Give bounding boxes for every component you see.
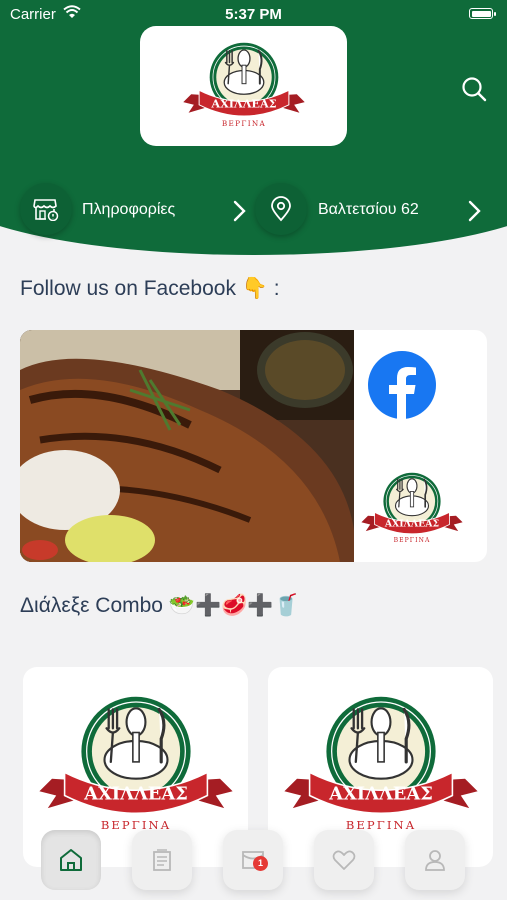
nav-menu[interactable] — [132, 830, 192, 890]
status-bar: Carrier 5:37 PM — [0, 0, 507, 28]
location-pin-icon — [255, 183, 307, 235]
address-label: Βαλτετσίου 62 — [318, 201, 419, 218]
restaurant-logo — [178, 38, 310, 132]
battery-icon — [469, 8, 496, 19]
cart-badge: 1 — [253, 856, 268, 871]
combo-image — [31, 689, 241, 839]
chevron-right-icon — [468, 200, 481, 222]
chevron-right-icon — [233, 200, 246, 222]
facebook-icon[interactable] — [367, 350, 437, 420]
nav-home[interactable] — [41, 830, 101, 890]
store-info-icon — [20, 183, 72, 235]
facebook-banner[interactable] — [20, 330, 487, 562]
nav-cart[interactable]: 1 — [223, 830, 283, 890]
address-button[interactable]: Βαλτετσίου 62 — [255, 180, 507, 240]
info-button[interactable]: Πληροφορίες — [0, 180, 255, 240]
info-label: Πληροφορίες — [82, 201, 176, 218]
nav-favorites[interactable] — [314, 830, 374, 890]
home-icon — [60, 849, 82, 871]
heart-icon — [332, 850, 356, 870]
header: Carrier 5:37 PM Πληροφορίες Βαλτετσίου 6… — [0, 0, 507, 258]
restaurant-logo — [357, 467, 467, 549]
combo-section-title: Διάλεξε Combo 🥗➕🥩➕🥤 — [20, 594, 300, 617]
info-bar: Πληροφορίες Βαλτετσίου 62 — [0, 180, 507, 240]
menu-icon — [153, 849, 171, 871]
nav-profile[interactable] — [405, 830, 465, 890]
search-icon[interactable] — [458, 73, 490, 105]
food-photo — [20, 330, 354, 562]
facebook-section-title: Follow us on Facebook 👇 : — [20, 277, 280, 300]
user-icon — [425, 850, 445, 871]
restaurant-logo-card[interactable] — [140, 26, 347, 146]
combo-image — [276, 689, 486, 839]
clock: 5:37 PM — [225, 6, 282, 23]
bottom-nav: 1 — [0, 818, 507, 900]
